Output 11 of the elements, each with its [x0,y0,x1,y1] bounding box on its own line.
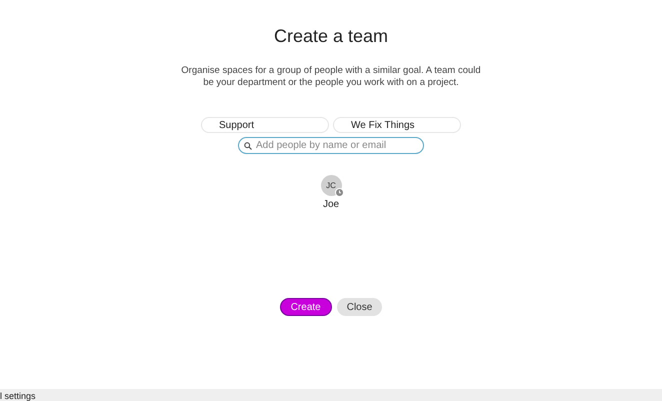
create-button[interactable]: Create [280,298,332,316]
name-field[interactable]: Support [201,117,329,133]
description-text: Organise spaces for a group of people with a similar goal. A team could be your department or the people you work with on a project. [181,65,481,89]
member-name: Joe [322,199,340,211]
avatar: JC [320,175,342,196]
search-field[interactable]: Add people by name or email [238,137,424,154]
footer-text: l settings [0,391,36,401]
name-field[interactable]: We Fix Things [333,117,461,133]
search-icon [244,142,252,150]
dialog-title: Create a team [274,25,388,48]
close-button[interactable]: Close [336,298,382,316]
